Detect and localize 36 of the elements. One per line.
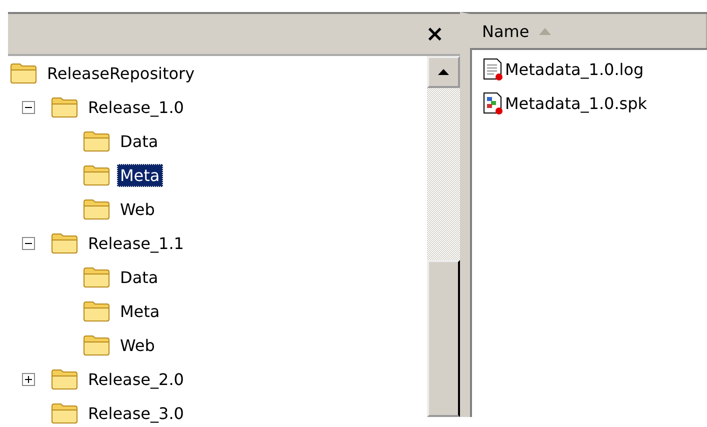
scroll-thumb[interactable] [427, 260, 460, 417]
package-file-icon [482, 91, 504, 115]
tree-item[interactable]: Release_2.0 [85, 368, 187, 390]
tree-item[interactable]: Data [117, 266, 162, 288]
scroll-up-button[interactable] [427, 56, 460, 88]
folder-icon [51, 402, 79, 424]
file-item[interactable]: Metadata_1.0.spk [505, 94, 648, 112]
collapse-button[interactable] [22, 100, 35, 114]
folder-icon [83, 334, 111, 356]
close-button[interactable]: × [424, 22, 446, 46]
folder-icon [51, 368, 79, 390]
file-item[interactable]: Metadata_1.0.log [505, 60, 644, 78]
tree-item[interactable]: Release_1.0 [85, 96, 187, 118]
folder-icon [10, 62, 38, 84]
tree-item[interactable]: Meta [117, 300, 163, 322]
tree-item[interactable]: ReleaseRepository [44, 62, 198, 84]
tree-item[interactable]: Data [117, 130, 162, 152]
tree-item[interactable]: Meta [117, 164, 163, 186]
folder-icon [83, 198, 111, 220]
folder-icon [83, 266, 111, 288]
text-file-icon [482, 57, 504, 81]
tree-item[interactable]: Web [117, 334, 158, 356]
folder-icon [83, 130, 111, 152]
tree-item[interactable]: Release_3.0 [85, 402, 187, 424]
folder-icon [83, 164, 111, 186]
scrollbar[interactable] [427, 56, 460, 417]
up-arrow-icon [438, 69, 449, 75]
folder-icon [51, 232, 79, 254]
column-header[interactable]: Name [470, 14, 707, 48]
tree-item[interactable]: Web [117, 198, 158, 220]
folder-icon [83, 300, 111, 322]
expand-button[interactable] [22, 372, 35, 386]
plus-icon [25, 376, 32, 382]
collapse-button[interactable] [22, 236, 35, 250]
folder-icon [51, 96, 79, 118]
tree-item[interactable]: Release_1.1 [85, 232, 187, 254]
